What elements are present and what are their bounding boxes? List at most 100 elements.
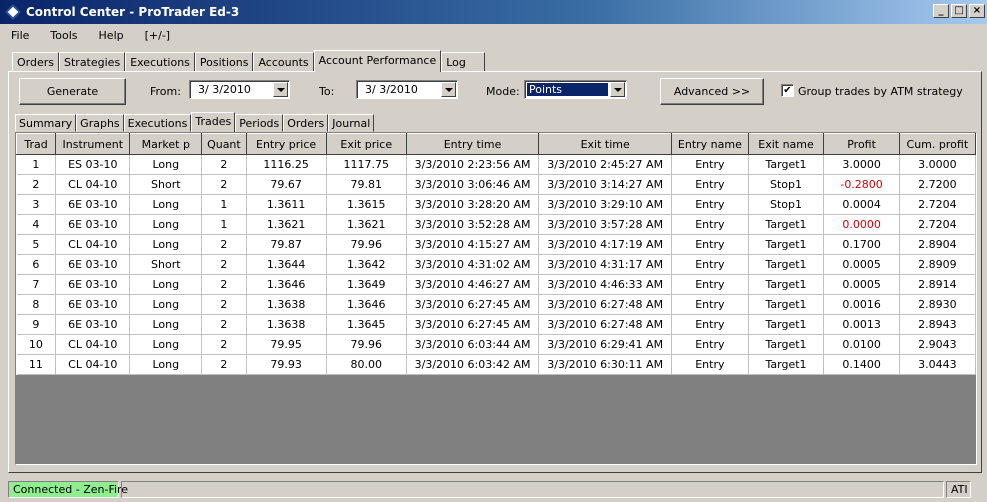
column-header[interactable]: Exit price	[325, 133, 407, 155]
status-panel-blank	[121, 481, 944, 498]
table-row[interactable]: 1 ES 03-10 Long 2 1116.25 1117.75 3/3/2010 2:2…	[16, 154, 977, 175]
subtab-orders[interactable]: Orders	[283, 114, 329, 132]
table-cell: 1.3621	[326, 214, 407, 235]
column-header[interactable]: Market p	[129, 133, 203, 155]
column-header[interactable]: Entry name	[671, 133, 749, 155]
table-cell: 3/3/2010 4:46:33 AM	[538, 274, 673, 295]
table-cell: 1.3649	[326, 274, 407, 295]
tab-orders[interactable]: Orders	[12, 52, 59, 72]
column-header[interactable]: Exit name	[747, 133, 825, 155]
table-cell: -0.2800	[823, 174, 900, 195]
table-cell: 4	[16, 214, 57, 235]
table-row[interactable]: 9 6E 03-10 Long 2 1.3638 1.3645 3/3/2010 6:27:…	[16, 314, 977, 335]
table-cell: 3/3/2010 6:03:42 AM	[406, 354, 540, 375]
group-trades-checkbox[interactable]: ✔	[781, 84, 794, 97]
table-cell: 2.7204	[899, 214, 977, 235]
table-cell: 1	[201, 194, 247, 215]
menu-file[interactable]: File	[0, 29, 39, 42]
table-cell: 1116.25	[246, 154, 327, 175]
table-cell: 2	[201, 354, 247, 375]
table-cell: 0.0000	[823, 214, 900, 235]
tab-accounts[interactable]: Accounts	[253, 52, 314, 72]
menu-tools[interactable]: Tools	[39, 29, 87, 42]
window-title: Control Center - ProTrader Ed-3	[26, 5, 240, 19]
table-cell: 2	[201, 254, 247, 275]
minimize-button[interactable]: _	[933, 4, 949, 18]
table-cell: 79.67	[246, 174, 327, 195]
table-row[interactable]: 5 CL 04-10 Long 2 79.87 79.96 3/3/2010 4:15:27…	[16, 234, 977, 255]
column-header[interactable]: Profit	[823, 133, 900, 155]
maximize-button[interactable]: □	[951, 4, 967, 18]
subtab-trades[interactable]: Trades	[191, 112, 236, 132]
tab-positions[interactable]: Positions	[194, 52, 254, 72]
table-cell: 3/3/2010 4:46:27 AM	[406, 274, 540, 295]
chevron-down-icon	[613, 87, 622, 92]
column-header[interactable]: Exit time	[538, 133, 673, 155]
table-row[interactable]: 7 6E 03-10 Long 2 1.3646 1.3649 3/3/2010 4:46:…	[16, 274, 977, 295]
tab-strategies[interactable]: Strategies	[59, 52, 126, 72]
table-cell: 1.3644	[246, 254, 327, 275]
table-row[interactable]: 6 6E 03-10 Short 2 1.3644 1.3642 3/3/2010 4:31…	[16, 254, 977, 275]
to-dropdown-button[interactable]	[441, 82, 456, 97]
menu-help[interactable]: Help	[88, 29, 134, 42]
menu-expand[interactable]: [+/-]	[134, 29, 180, 42]
table-cell: 2.8904	[899, 234, 977, 255]
column-header[interactable]: Trad	[15, 133, 57, 155]
table-cell: 2.8930	[899, 294, 977, 315]
column-header[interactable]: Instrument	[55, 133, 131, 155]
table-row[interactable]: 3 6E 03-10 Long 1 1.3611 1.3615 3/3/2010 3:28:…	[16, 194, 977, 215]
table-cell: Target1	[748, 334, 825, 355]
subtab-periods[interactable]: Periods	[235, 114, 284, 132]
table-cell: 3/3/2010 2:23:56 AM	[406, 154, 540, 175]
table-row[interactable]: 2 CL 04-10 Short 2 79.67 79.81 3/3/2010 3:06:4…	[16, 174, 977, 195]
left-edge	[0, 46, 3, 476]
mode-dropdown-button[interactable]	[610, 82, 625, 97]
table-cell: 2	[201, 274, 247, 295]
table-cell: 3/3/2010 4:17:19 AM	[538, 234, 673, 255]
tab-executions[interactable]: Executions	[125, 52, 195, 72]
table-cell: 79.95	[246, 334, 327, 355]
table-cell: 2.8909	[899, 254, 977, 275]
column-header[interactable]: Cum. profit	[898, 133, 977, 155]
table-cell: 6E 03-10	[55, 214, 131, 235]
generate-button[interactable]: Generate	[19, 78, 126, 105]
table-cell: 3/3/2010 3:29:10 AM	[538, 194, 673, 215]
advanced-button[interactable]: Advanced >>	[660, 78, 764, 105]
subtab-executions[interactable]: Executions	[123, 114, 192, 132]
tab-account-performance[interactable]: Account Performance	[313, 50, 442, 72]
from-dropdown-button[interactable]	[273, 82, 288, 97]
table-cell: Entry	[671, 314, 749, 335]
table-cell: 3	[16, 194, 57, 215]
table-cell: 1117.75	[326, 154, 407, 175]
mode-select[interactable]: Points	[524, 80, 627, 99]
column-header[interactable]: Entry price	[245, 133, 327, 155]
table-row[interactable]: 10 CL 04-10 Long 2 79.95 79.96 3/3/2010 6:03:4…	[16, 334, 977, 355]
from-date-picker[interactable]: 3/ 3/2010	[189, 80, 290, 99]
close-button[interactable]: ×	[969, 4, 985, 18]
table-cell: 3/3/2010 6:27:45 AM	[406, 314, 540, 335]
column-header[interactable]: Quant	[201, 133, 247, 155]
subtab-graphs[interactable]: Graphs	[76, 114, 124, 132]
subtab-journal[interactable]: Journal	[328, 114, 375, 132]
table-cell: 2	[201, 174, 247, 195]
table-cell: 10	[16, 334, 57, 355]
table-cell: 1.3638	[246, 314, 327, 335]
table-cell: 2.7204	[899, 194, 977, 215]
table-cell: Target1	[748, 294, 825, 315]
table-cell: Entry	[671, 154, 749, 175]
table-cell: Long	[129, 334, 203, 355]
table-row[interactable]: 11 CL 04-10 Long 2 79.93 80.00 3/3/2010 6:03:4…	[16, 354, 977, 375]
table-cell: 3.0000	[899, 154, 977, 175]
table-cell: CL 04-10	[55, 234, 131, 255]
to-date-picker[interactable]: 3/ 3/2010	[356, 80, 458, 99]
tab-log[interactable]: Log	[441, 52, 485, 72]
table-cell: 3/3/2010 4:31:17 AM	[538, 254, 673, 275]
subtab-summary[interactable]: Summary	[15, 114, 77, 132]
table-row[interactable]: 4 6E 03-10 Long 1 1.3621 1.3621 3/3/2010 3:52:…	[16, 214, 977, 235]
column-header[interactable]: Entry time	[405, 133, 540, 155]
table-cell: 8	[16, 294, 57, 315]
table-cell: Target1	[748, 314, 825, 335]
table-cell: 1.3646	[326, 294, 407, 315]
table-row[interactable]: 8 6E 03-10 Long 2 1.3638 1.3646 3/3/2010 6:27:…	[16, 294, 977, 315]
ati-status: ATI	[946, 481, 971, 498]
